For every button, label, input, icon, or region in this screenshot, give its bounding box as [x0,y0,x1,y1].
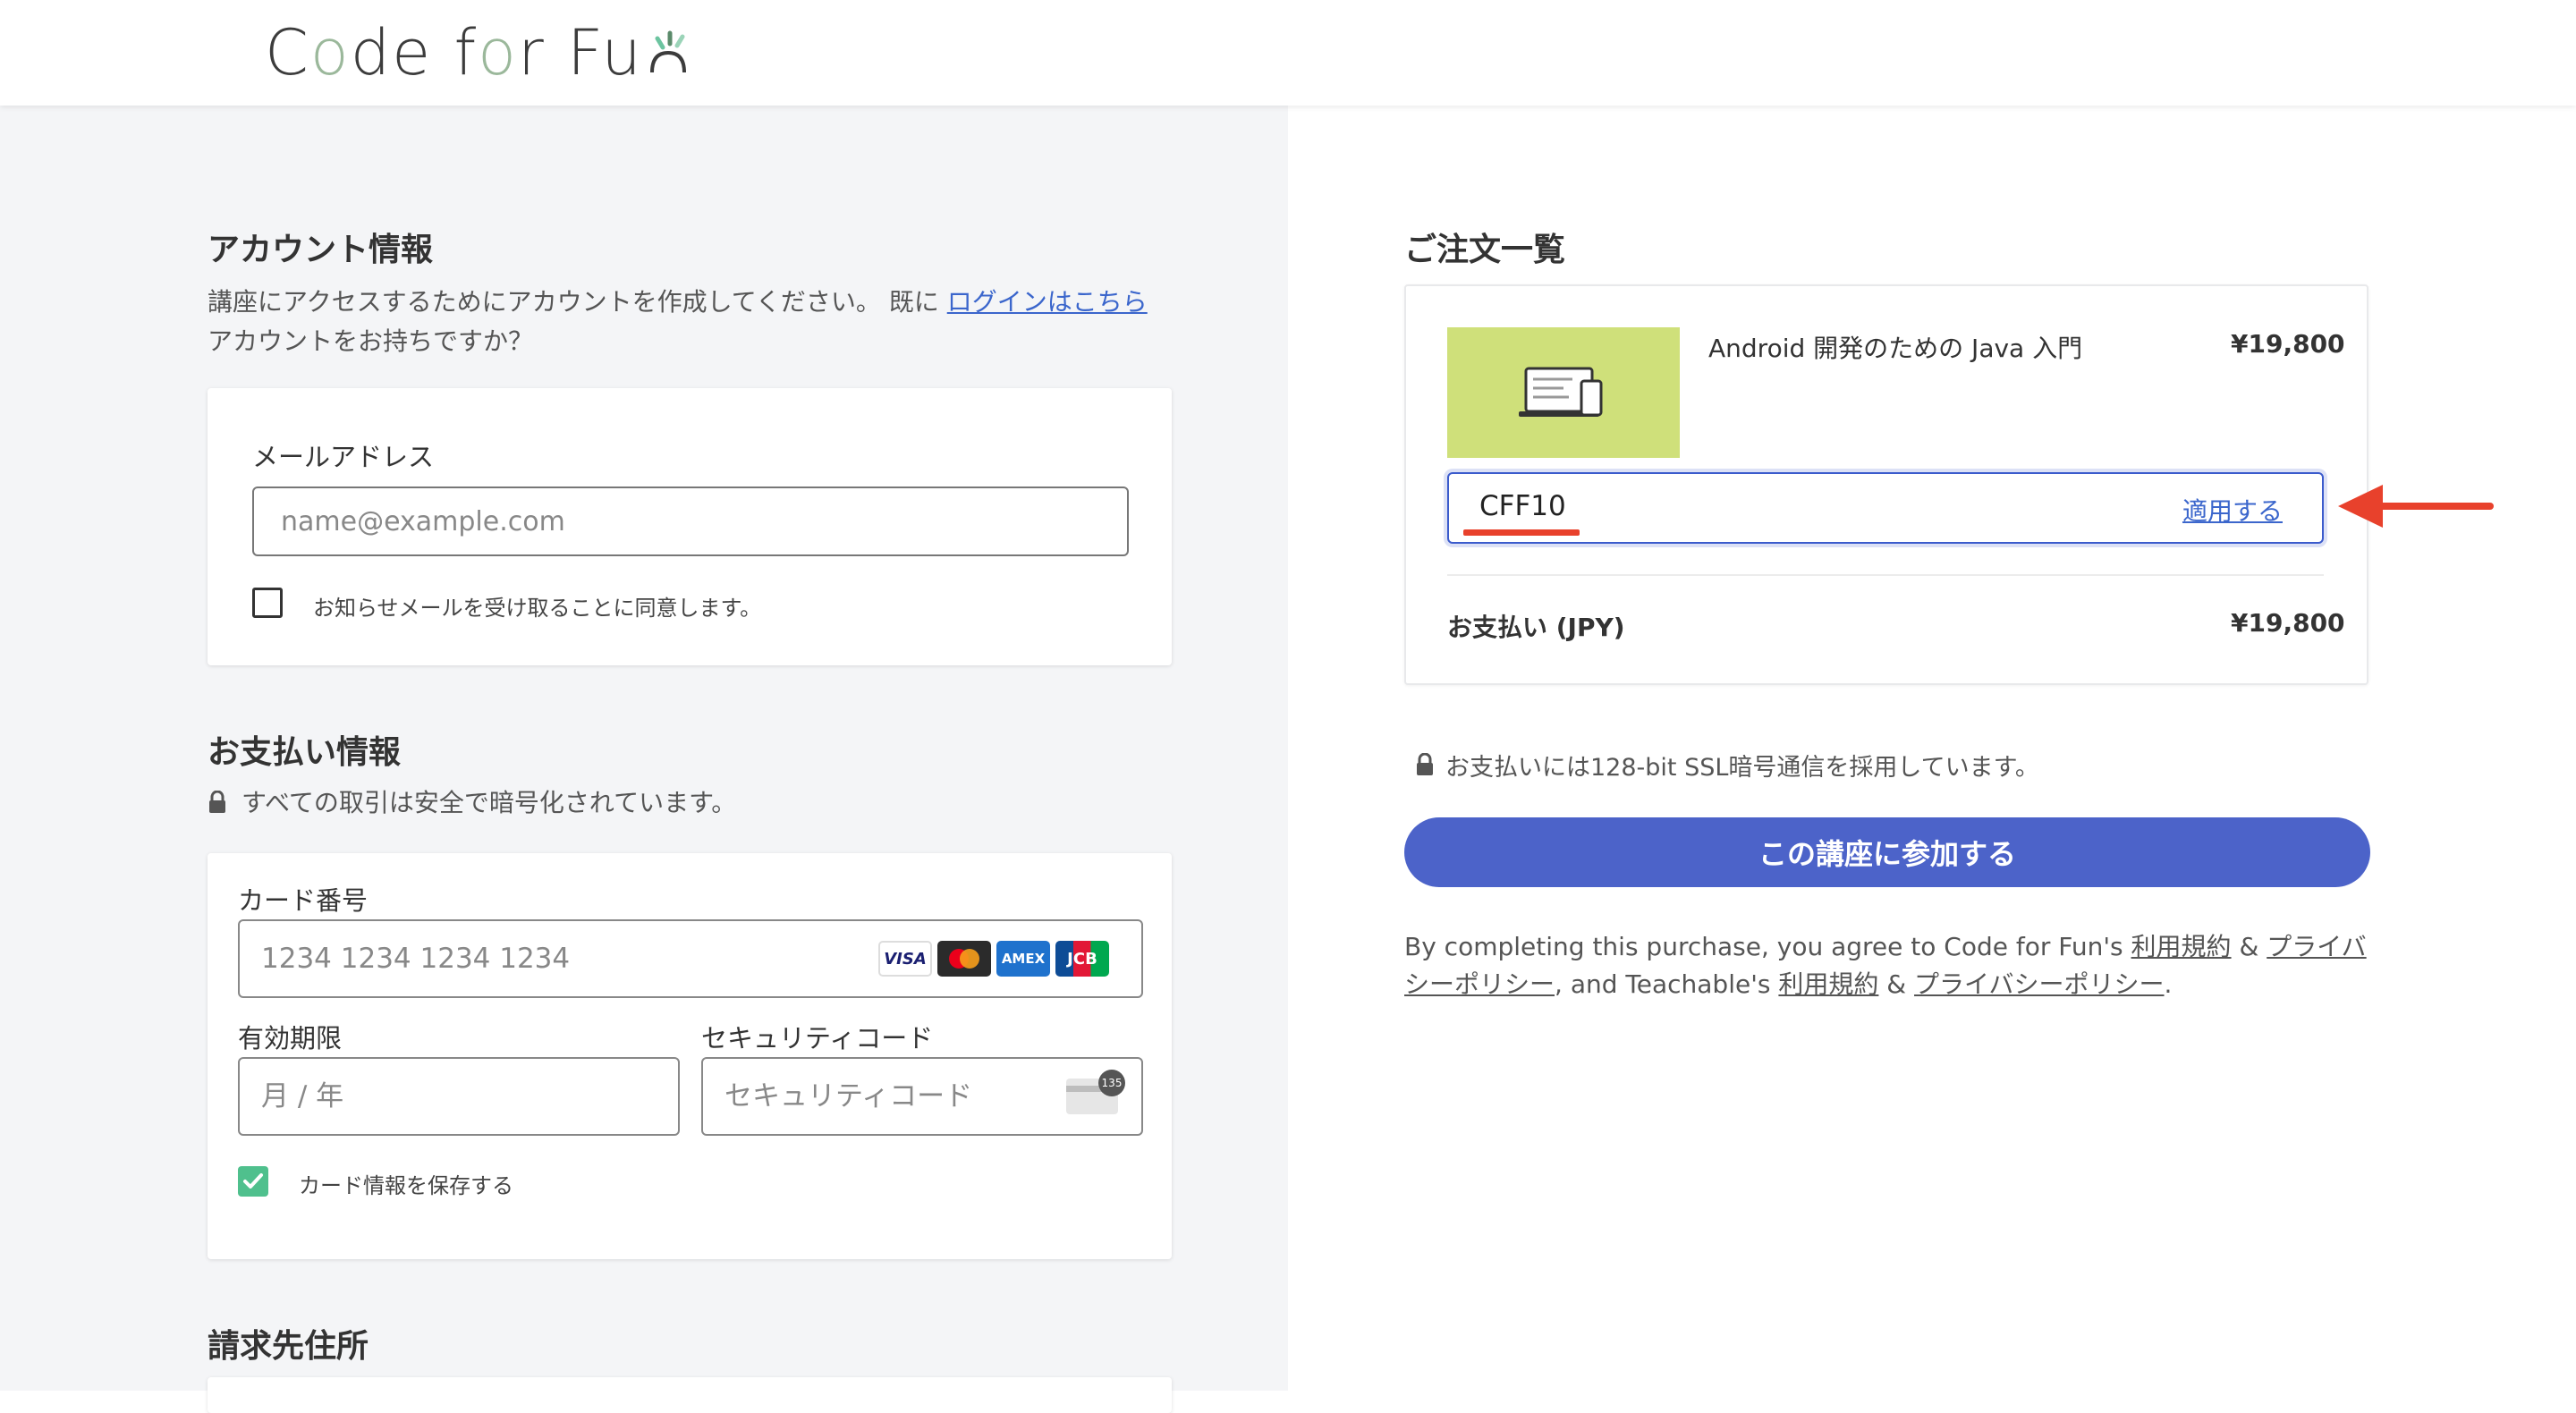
logo-text-o: o [309,16,351,89]
product-name: Android 開発のための Java 入門 [1708,334,2083,363]
annotation-arrow-icon [2338,485,2494,528]
order-divider [1447,574,2324,576]
terms-part-3: , and Teachable's [1555,969,1779,999]
coupon-input-value[interactable]: CFF10 [1479,490,1566,522]
cvc-card-icon: 135 [1066,1070,1125,1114]
logo-text-b: de f [350,16,479,89]
account-section-title: アカウント情報 [208,232,434,268]
teachable-terms-link[interactable]: 利用規約 [1778,969,1878,999]
card-brand-icons: VISA AMEX JCB [878,941,1109,977]
expiry-input[interactable] [238,1057,680,1136]
logo-text-c: r Fu [517,16,643,89]
terms-part-5: . [2164,969,2173,999]
laptop-phone-illustration-icon [1519,367,1603,417]
logo-text-o2: o [478,16,518,89]
terms-text: By completing this purchase, you agree t… [1404,928,2379,1003]
teachable-privacy-link[interactable]: プライバシーポリシー [1914,969,2164,999]
email-label: メールアドレス [252,442,435,472]
account-desc-suffix: アカウントをお持ちですか？ [208,326,534,356]
cvc-badge: 135 [1098,1070,1125,1096]
logo-text-a: C [265,16,310,89]
terms-part-2: & [2231,932,2267,961]
newsletter-label: お知らせメールを受け取ることに同意します。 [313,596,762,621]
annotation-underline [1463,529,1580,536]
expiry-label: 有効期限 [238,1023,343,1053]
terms-part-1: By completing this purchase, you agree t… [1404,932,2131,961]
apply-coupon-link[interactable]: 適用する [2182,492,2283,528]
secure-note: すべての取引は安全で暗号化されています。 [242,788,737,817]
email-input[interactable] [252,487,1129,556]
terms-part-4: & [1878,969,1915,999]
course-thumbnail [1447,327,1680,458]
checkmark-icon [243,1173,263,1189]
save-card-label: カード情報を保存する [299,1173,513,1198]
total-label: お支払い (JPY) [1447,613,1625,642]
account-section-desc: 講座にアクセスするためにアカウントを作成してください。 既に ログインはこちら … [208,283,1209,361]
cff-terms-link[interactable]: 利用規約 [2131,932,2232,961]
site-logo[interactable]: Co de for Fu [265,13,691,93]
login-link[interactable]: ログインはこちら [947,287,1148,317]
mastercard-icon [937,941,991,977]
billing-card [208,1377,1172,1413]
card-number-label: カード番号 [238,885,369,916]
newsletter-checkbox[interactable] [252,588,283,618]
ssl-note: お支払いには128-bit SSL暗号通信を採用しています。 [1445,754,2039,782]
site-header: Co de for Fu [0,0,2576,106]
payment-section-title: お支払い情報 [208,734,402,771]
account-desc-prefix: 講座にアクセスするためにアカウントを作成してください。 既に [208,287,939,317]
sparkle-n-logo-mark-icon [649,30,686,73]
total-value: ¥19,800 [2231,608,2345,638]
enroll-button[interactable]: この講座に参加する [1404,817,2370,887]
ssl-lock-icon [1417,753,1433,775]
order-section-title: ご注文一覧 [1404,232,1566,268]
billing-section-title: 請求先住所 [208,1328,369,1365]
lock-icon [209,791,225,813]
save-card-checkbox[interactable] [238,1166,268,1197]
product-price: ¥19,800 [2231,329,2345,359]
cvc-label: セキュリティコード [701,1023,934,1053]
amex-icon: AMEX [996,941,1050,977]
visa-icon: VISA [878,941,932,977]
jcb-icon: JCB [1055,941,1109,977]
